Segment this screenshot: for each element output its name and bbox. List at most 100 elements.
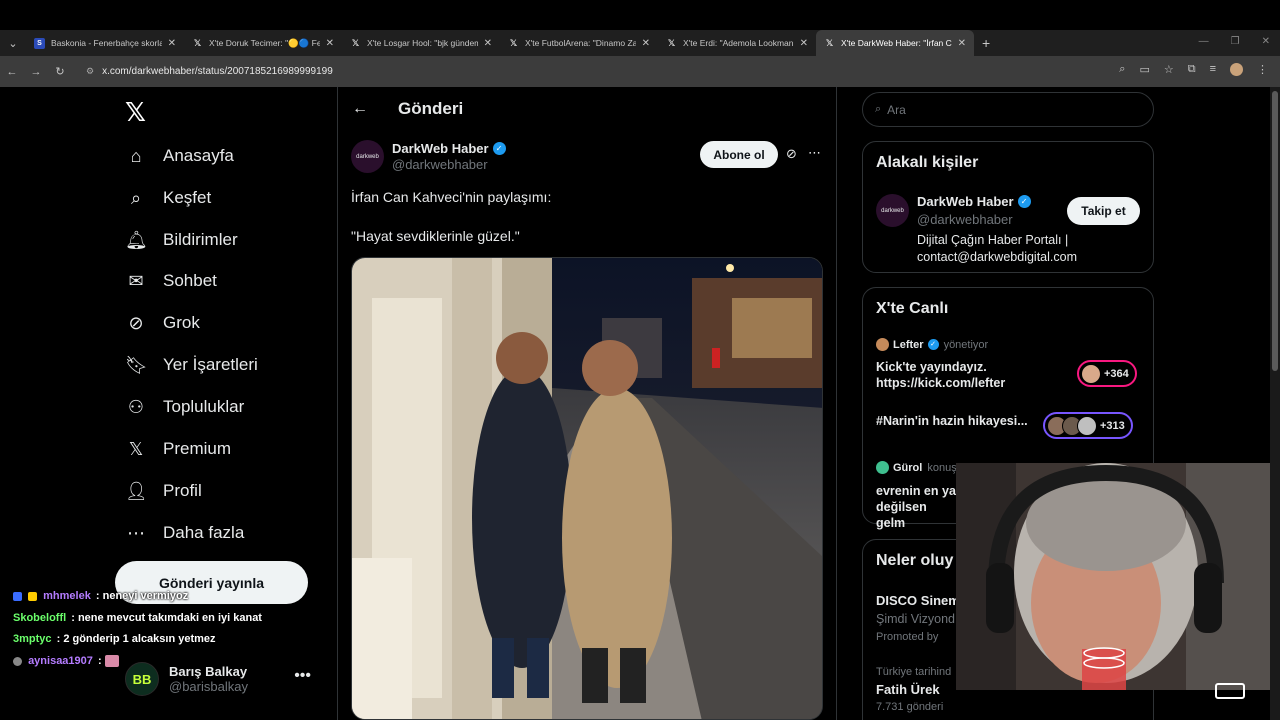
tab-title: X'te Doruk Tecimer: "🟡🔵 Fen — [209, 37, 320, 48]
tab-title: Baskonia - Fenerbahçe skorlar — [51, 38, 162, 48]
page-scrollbar[interactable] — [1270, 87, 1280, 720]
extensions-icon[interactable]: ⧉ — [1188, 63, 1196, 76]
reload-icon[interactable]: ↻ — [48, 65, 72, 78]
baskonia-icon: S — [34, 37, 45, 49]
chat-text: nene mevcut takımdaki en iyi kanat — [77, 612, 262, 624]
search-input[interactable]: ⌕ Ara — [862, 92, 1154, 127]
chat-message: Skobeloffl : nene mevcut takımdaki en iy… — [13, 612, 262, 624]
x-icon: 𝕏 — [193, 37, 202, 48]
live-title[interactable]: Kick'te yayındayız. https://kick.com/lef… — [876, 359, 1066, 391]
grok-icon[interactable]: ⊘ — [786, 146, 797, 162]
zoom-icon[interactable]: ⌕ — [1119, 63, 1125, 76]
close-icon[interactable]: ✕ — [800, 38, 808, 49]
browser-tab[interactable]: 𝕏 X'te FutbolArena: "Dinamo Zag ✕ — [500, 30, 658, 56]
back-arrow-icon[interactable]: ← — [352, 100, 372, 118]
browser-tab[interactable]: 𝕏 X'te Losgar Hool: "bjk gündem ✕ — [342, 30, 500, 56]
close-icon[interactable]: ✕ — [484, 38, 492, 49]
card-title: X'te Canlı — [876, 300, 949, 317]
forward-arrow-icon[interactable]: → — [24, 66, 48, 78]
bookmark-icon: 🔖︎ — [125, 354, 148, 375]
sidebar-item-premium[interactable]: 𝕏 Premium — [125, 432, 231, 466]
profile-avatar[interactable] — [1230, 63, 1243, 76]
menu-icon[interactable]: ⋮ — [1257, 63, 1268, 76]
trend-name[interactable]: Fatih Ürek — [876, 682, 940, 697]
home-icon: ⌂ — [130, 145, 142, 166]
sidebar-item-sohbet[interactable]: ✉ Sohbet — [125, 264, 217, 298]
trend-meta: Türkiye tarihind — [876, 666, 952, 678]
account-switcher[interactable]: BB Barış Balkay @barisbalkay ••• — [125, 657, 325, 701]
sidebar-item-daha-fazla[interactable]: ⋯ Daha fazla — [125, 516, 244, 550]
star-icon[interactable]: ☆ — [1164, 63, 1174, 76]
close-icon[interactable]: ✕ — [168, 38, 176, 49]
host-role: yönetiyor — [943, 338, 989, 351]
live-listeners-pill[interactable]: +313 — [1043, 412, 1133, 439]
search-icon: ⌕ — [875, 103, 882, 115]
account-handle: @barisbalkay — [169, 679, 248, 694]
search-placeholder: Ara — [887, 102, 906, 117]
verified-badge-icon: ✓ — [492, 142, 506, 155]
sidebar-item-yer-i-şaretleri[interactable]: 🔖︎ Yer İşaretleri — [125, 348, 258, 382]
sidebar-item-topluluklar[interactable]: ⚇ Topluluklar — [125, 390, 244, 424]
x-icon: 𝕏 — [667, 37, 676, 48]
site-info-icon[interactable]: ⚙ — [86, 66, 94, 77]
new-tab-icon[interactable]: + — [982, 35, 990, 51]
browser-tab[interactable]: 𝕏 X'te Erdi: "Ademola Lookman ✕ — [658, 30, 816, 56]
post-author[interactable]: darkweb DarkWeb Haber ✓ @darkwebhaber — [351, 140, 506, 173]
trend-subtitle: Şimdi Vizyond — [876, 612, 955, 626]
live-listeners-pill[interactable]: +364 — [1077, 360, 1137, 387]
avatar[interactable]: darkweb — [876, 194, 909, 227]
follow-button[interactable]: Takip et — [1067, 197, 1140, 225]
live-title[interactable]: evrenin en ya değilsen gelm — [876, 483, 956, 531]
close-window-icon[interactable]: ✕ — [1262, 36, 1270, 47]
x-logo-icon[interactable]: 𝕏 — [125, 97, 146, 128]
sidebar-item-label: Bildirimler — [163, 230, 238, 249]
emote-icon — [104, 655, 119, 668]
tab-strip: ⌄ S Baskonia - Fenerbahçe skorlar ✕ 𝕏 X'… — [0, 30, 1280, 56]
more-circle-icon: ⋯ — [127, 522, 145, 543]
sidebar-item-anasayfa[interactable]: ⌂ Anasayfa — [125, 139, 234, 173]
close-icon[interactable]: ✕ — [642, 38, 650, 49]
sidebar-item-keşfet[interactable]: ⌕ Keşfet — [125, 181, 211, 215]
media-icon[interactable]: ≡ — [1210, 63, 1216, 76]
avatar — [876, 338, 889, 351]
chat-text: neneyi vermiyoz — [102, 590, 189, 602]
subscribe-button[interactable]: Abone ol — [700, 141, 778, 168]
restore-icon[interactable]: ❐ — [1231, 36, 1240, 47]
close-icon[interactable]: ✕ — [326, 38, 334, 49]
person-name[interactable]: DarkWeb Haber — [917, 194, 1014, 209]
card-title: Neler oluy — [876, 552, 954, 569]
browser-tab[interactable]: 𝕏 X'te Doruk Tecimer: "🟡🔵 Fen ✕ — [184, 30, 342, 56]
sidebar-item-bildirimler[interactable]: 🔔︎ Bildirimler — [125, 223, 238, 257]
live-host[interactable]: Lefter ✓ yönetiyor — [876, 338, 988, 351]
host-name: Lefter — [893, 338, 924, 351]
live-host[interactable]: Gürol konuş — [876, 461, 957, 474]
author-handle[interactable]: @darkwebhaber — [392, 157, 506, 172]
browser-tab[interactable]: S Baskonia - Fenerbahçe skorlar ✕ — [26, 30, 184, 56]
scrollbar-thumb[interactable] — [1272, 91, 1278, 371]
author-name[interactable]: DarkWeb Haber — [392, 141, 489, 156]
mail-icon: ✉ — [128, 270, 144, 291]
window-controls: — ❐ ✕ — [1199, 36, 1270, 47]
live-title[interactable]: #Narin'in hazin hikayesi... — [876, 413, 1066, 429]
tab-title: X'te Erdi: "Ademola Lookman — [683, 38, 794, 48]
minimize-icon[interactable]: — — [1199, 36, 1209, 47]
person-icon: 👤︎ — [125, 480, 148, 501]
tab-title: X'te Losgar Hool: "bjk gündem — [367, 38, 478, 48]
column-divider — [836, 87, 837, 720]
close-icon[interactable]: ✕ — [958, 38, 966, 49]
sidebar-item-profil[interactable]: 👤︎ Profil — [125, 474, 202, 508]
back-arrow-icon[interactable]: ← — [0, 66, 24, 78]
avatar[interactable]: darkweb — [351, 140, 384, 173]
sidebar-item-label: Sohbet — [163, 271, 217, 290]
more-icon[interactable]: ⋯ — [808, 145, 821, 161]
message-icon[interactable] — [1215, 683, 1245, 699]
tab-search-icon[interactable]: ⌄ — [0, 37, 26, 50]
url-field[interactable]: ⚙ x.com/darkwebhaber/status/200718521698… — [86, 66, 333, 77]
post-photo[interactable] — [351, 257, 823, 720]
more-icon[interactable]: ••• — [294, 667, 311, 685]
cast-icon[interactable]: ▭ — [1139, 63, 1149, 76]
listener-count: +313 — [1100, 419, 1125, 432]
trend-name[interactable]: DISCO Sinem — [876, 593, 960, 608]
sidebar-item-grok[interactable]: ⊘ Grok — [125, 306, 199, 340]
browser-tab-active[interactable]: 𝕏 X'te DarkWeb Haber: "İrfan Can ✕ — [816, 30, 974, 56]
